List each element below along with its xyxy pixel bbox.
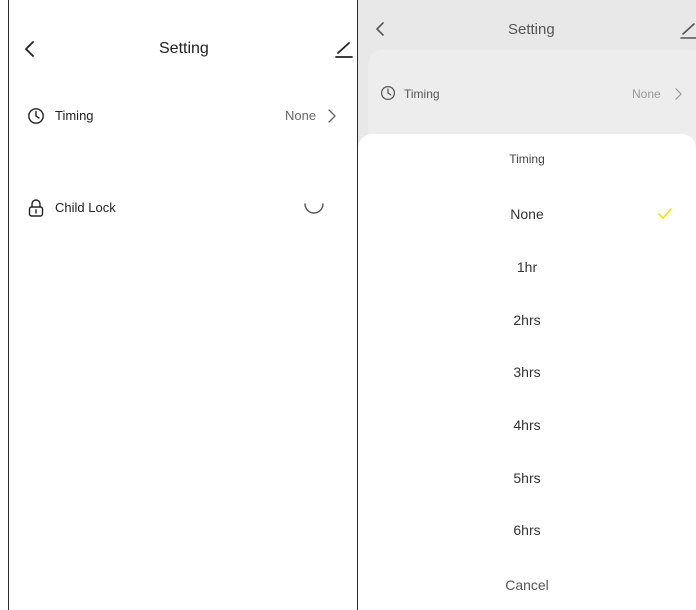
option-label: 6hrs — [513, 522, 541, 538]
option-label: 1hr — [516, 259, 538, 275]
option-label: 4hrs — [513, 417, 541, 433]
edit-icon[interactable] — [680, 21, 696, 39]
check-icon — [658, 208, 672, 219]
timing-option-3hrs[interactable]: 3hrs — [358, 346, 696, 398]
timing-option-5hrs[interactable]: 5hrs — [358, 452, 696, 504]
timing-row[interactable]: Timing None — [358, 82, 696, 108]
option-label: 3hrs — [513, 364, 541, 380]
timing-option-6hrs[interactable]: 6hrs — [358, 504, 696, 556]
option-label: None — [510, 206, 544, 222]
timing-value: None — [285, 108, 317, 123]
sheet-title: Timing — [509, 152, 545, 166]
chevron-right-icon — [328, 109, 336, 123]
option-label: 5hrs — [513, 470, 541, 486]
timing-option-none[interactable]: None — [358, 188, 696, 240]
timing-option-2hrs[interactable]: 2hrs — [358, 294, 696, 346]
chevron-left-icon[interactable] — [23, 40, 37, 58]
cancel-button[interactable]: Cancel — [358, 570, 696, 600]
timing-option-4hrs[interactable]: 4hrs — [358, 399, 696, 451]
timing-label: Timing — [55, 108, 94, 123]
timing-picker-screen: Setting Timing None Timing None 1hr 2hrs — [358, 0, 696, 610]
timing-value: None — [632, 87, 661, 101]
timing-bottom-sheet: Timing None 1hr 2hrs 3hrs 4hrs 5hrs 6hrs… — [358, 134, 696, 610]
settings-screen: Setting Timing None Child Lock — [8, 0, 358, 610]
clock-icon — [28, 108, 44, 124]
page-title: Setting — [508, 21, 555, 38]
lock-icon — [28, 199, 44, 217]
clock-icon — [380, 85, 396, 101]
edit-icon[interactable] — [335, 40, 353, 58]
page-title: Setting — [159, 40, 209, 57]
loading-spinner-icon — [304, 203, 324, 214]
child-lock-row: Child Lock — [9, 196, 357, 222]
child-lock-label: Child Lock — [55, 200, 116, 215]
option-label: 2hrs — [513, 312, 541, 328]
chevron-left-icon[interactable] — [374, 21, 386, 37]
timing-option-1hr[interactable]: 1hr — [358, 241, 696, 293]
timing-row[interactable]: Timing None — [9, 104, 357, 130]
chevron-right-icon — [675, 88, 682, 100]
timing-label: Timing — [404, 87, 440, 101]
